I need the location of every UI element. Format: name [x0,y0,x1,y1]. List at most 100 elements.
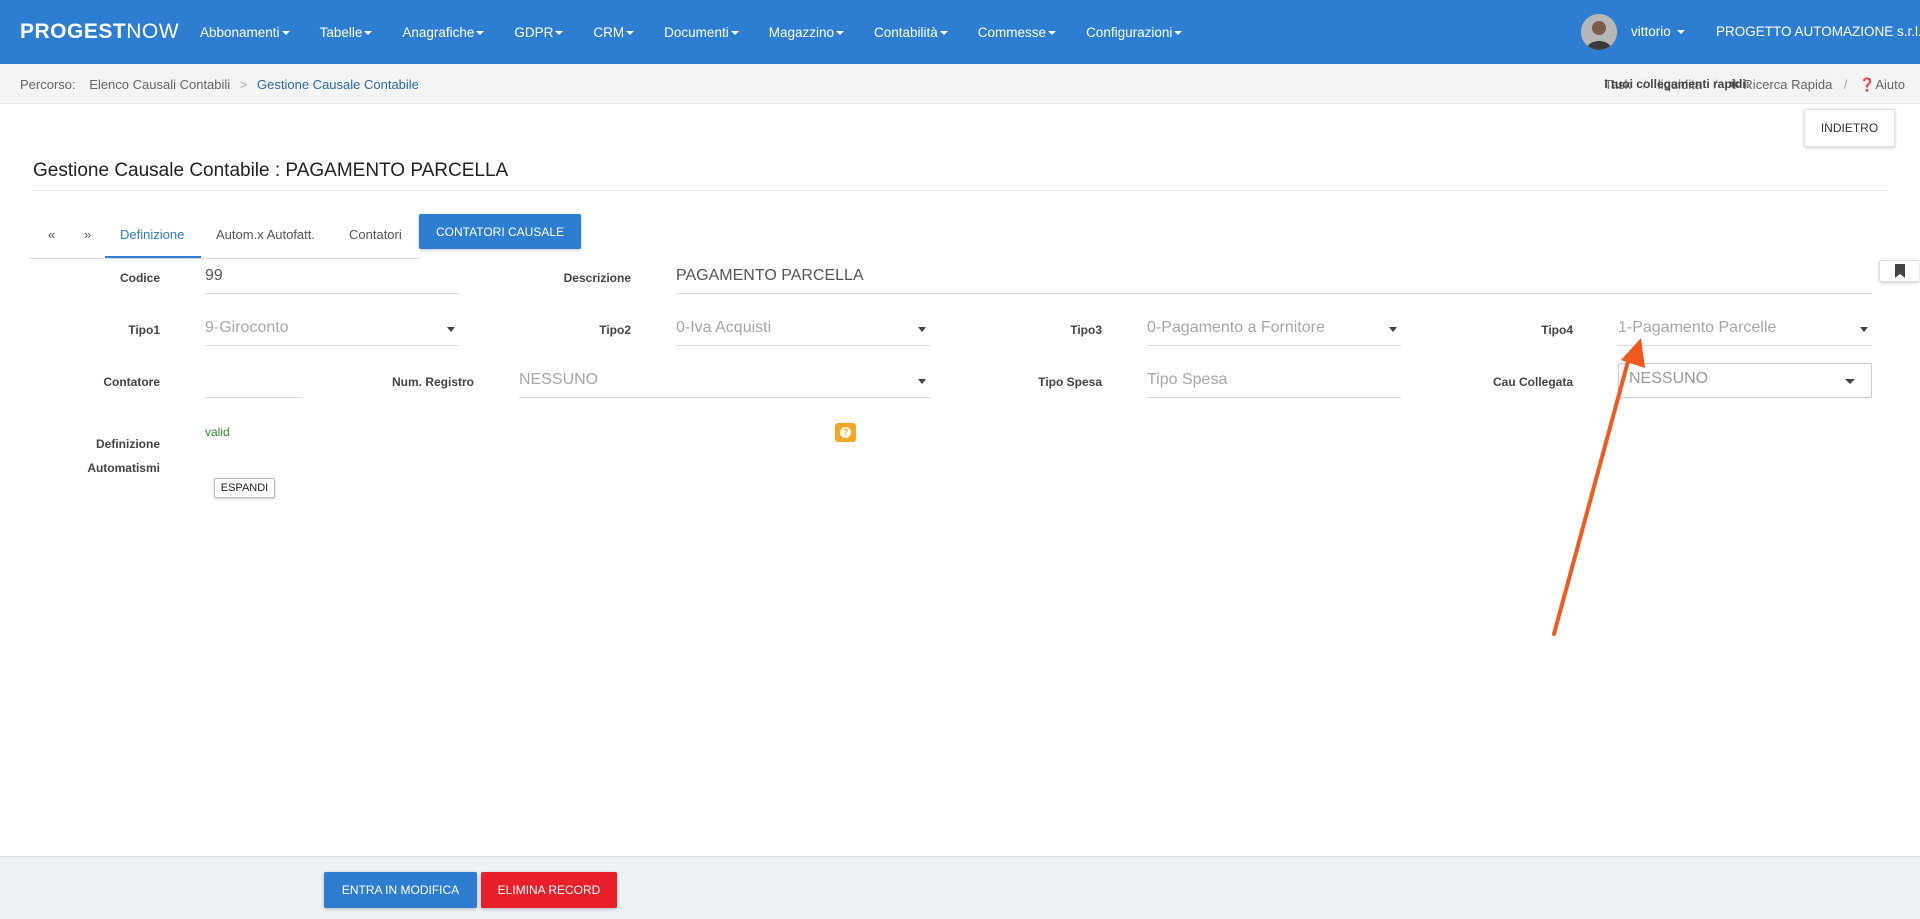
tab-autom-autofatt[interactable]: Autom.x Autofatt. [216,227,315,242]
definizione-automatismi-label: Definizione Automatismi [87,432,160,480]
menu-crm[interactable]: CRM [593,24,635,40]
title-divider [33,190,1887,191]
breadcrumb-separator: > [239,77,248,92]
num-registro-label: Num. Registro [391,375,474,389]
codice-label: Codice [119,271,160,285]
num-registro-select[interactable]: NESSUNO [519,364,930,398]
tipo4-select[interactable]: 1-Pagamento Parcelle [1618,312,1872,346]
contatore-field[interactable] [205,364,302,398]
descrizione-field[interactable]: PAGAMENTO PARCELLA [676,260,1872,294]
tipo2-label: Tipo2 [599,323,631,337]
tab-next[interactable]: » [84,227,91,242]
tipo1-select[interactable]: 9-Giroconto [205,312,459,346]
quick-link-aiuto-label: Aiuto [1875,77,1905,92]
menu-label: Tabelle [319,24,363,40]
page-title: Gestione Causale Contabile : PAGAMENTO P… [33,160,509,181]
menu-label: Configurazioni [1086,24,1173,40]
contatore-label: Contatore [103,375,160,389]
footer-actions: ENTRA IN MODIFICA ELIMINA RECORD [0,856,1920,919]
quick-links-label: I tuoi collegamenti rapidi: [1604,77,1750,91]
bookmark-icon [1894,264,1905,278]
main-menu: Abbonamenti Tabelle Anagrafiche GDPR CRM… [200,0,1212,64]
tipo1-label: Tipo1 [128,323,160,337]
tipo4-value: 1-Pagamento Parcelle [1618,319,1777,336]
descrizione-label: Descrizione [563,271,631,285]
question-circle-icon: ❓ [1859,77,1876,92]
menu-tabelle[interactable]: Tabelle [320,25,373,40]
help-icon[interactable]: ? [835,423,856,442]
cau-collegata-value: NESSUNO [1629,370,1709,387]
menu-label: CRM [593,24,625,40]
brand-light: NOW [126,20,180,43]
tab-contatori[interactable]: Contatori [349,227,402,242]
menu-contabilita[interactable]: Contabilità [874,25,948,40]
elimina-record-button[interactable]: ELIMINA RECORD [481,872,617,908]
caret-down-icon [1048,30,1057,35]
tipo3-label: Tipo3 [1070,323,1102,337]
caret-down-icon [476,30,485,35]
annotation-arrow [1552,338,1645,636]
menu-anagrafiche[interactable]: Anagrafiche [402,24,485,40]
definizione-automatismi-label-line2: Automatismi [87,461,160,475]
caret-down-icon [939,30,948,35]
brand-logo[interactable]: PROGESTNOW [20,20,179,44]
caret-down-icon [918,327,926,332]
tipo4-label: Tipo4 [1541,323,1573,337]
menu-documenti[interactable]: Documenti [664,25,739,40]
company-name[interactable]: PROGETTO AUTOMAZIONE s.r.l. [1716,24,1920,39]
user-name: vittorio [1631,24,1671,39]
tab-definizione[interactable]: Definizione [120,227,184,242]
quick-link-separator: / [1843,77,1848,92]
bookmark-button[interactable] [1879,260,1919,282]
codice-field[interactable]: 99 [205,260,459,294]
caret-down-icon [364,30,373,35]
menu-label: Contabilità [874,24,938,40]
user-menu[interactable]: vittorio [1631,24,1685,39]
cau-collegata-select[interactable]: NESSUNO [1618,363,1872,398]
menu-configurazioni[interactable]: Configurazioni [1086,24,1183,40]
breadcrumb-item-current[interactable]: Gestione Causale Contabile [257,77,419,92]
tipo2-value: 0-Iva Acquisti [676,319,772,336]
num-registro-value: NESSUNO [519,371,599,388]
tipo2-select[interactable]: 0-Iva Acquisti [676,312,930,346]
breadcrumb-label: Percorso: [20,77,76,92]
menu-magazzino[interactable]: Magazzino [769,25,844,40]
question-mark-icon: ? [840,427,851,438]
menu-gdpr[interactable]: GDPR [514,25,564,40]
definizione-automatismi-label-line1: Definizione [95,437,160,451]
breadcrumb-bar: Percorso: Elenco Causali Contabili > Ges… [0,64,1920,104]
quick-link-aiuto[interactable]: ❓Aiuto [1859,77,1905,92]
brand-bold: PROGEST [20,20,127,43]
tipo1-value: 9-Giroconto [205,319,289,336]
caret-down-icon [1845,379,1855,384]
quick-link-ricerca-label: Ricerca Rapida [1743,77,1833,92]
caret-down-icon [281,30,290,35]
caret-down-icon [836,30,844,35]
tipo3-value: 0-Pagamento a Fornitore [1147,319,1325,336]
menu-label: Documenti [664,24,729,40]
caret-down-icon [1174,30,1183,35]
active-tab-indicator [105,256,201,258]
espandi-button[interactable]: ESPANDI [214,478,275,498]
menu-label: Commesse [977,24,1047,40]
avatar[interactable] [1581,14,1617,50]
menu-commesse[interactable]: Commesse [977,24,1057,40]
menu-label: Anagrafiche [402,24,475,40]
menu-abbonamenti[interactable]: Abbonamenti [200,25,290,40]
quick-links: I tuoi collegamenti rapidi: Task / liqui… [1604,77,1905,93]
tab-bar: « » Definizione Autom.x Autofatt. Contat… [30,215,420,259]
breadcrumb-item-elenco[interactable]: Elenco Causali Contabili [89,77,230,92]
tipo-spesa-label: Tipo Spesa [1038,375,1102,389]
caret-down-icon [1676,30,1685,35]
back-button[interactable]: INDIETRO [1804,109,1895,147]
tab-prev[interactable]: « [48,227,55,242]
menu-label: Magazzino [768,24,834,40]
caret-down-icon [730,30,739,35]
caret-down-icon [555,30,564,35]
tipo3-select[interactable]: 0-Pagamento a Fornitore [1147,312,1401,346]
menu-label: Abbonamenti [200,24,280,40]
contatori-causale-button[interactable]: CONTATORI CAUSALE [419,214,581,249]
tipo-spesa-input[interactable]: Tipo Spesa [1147,364,1401,398]
entra-in-modifica-button[interactable]: ENTRA IN MODIFICA [324,872,477,908]
caret-down-icon [1389,327,1397,332]
